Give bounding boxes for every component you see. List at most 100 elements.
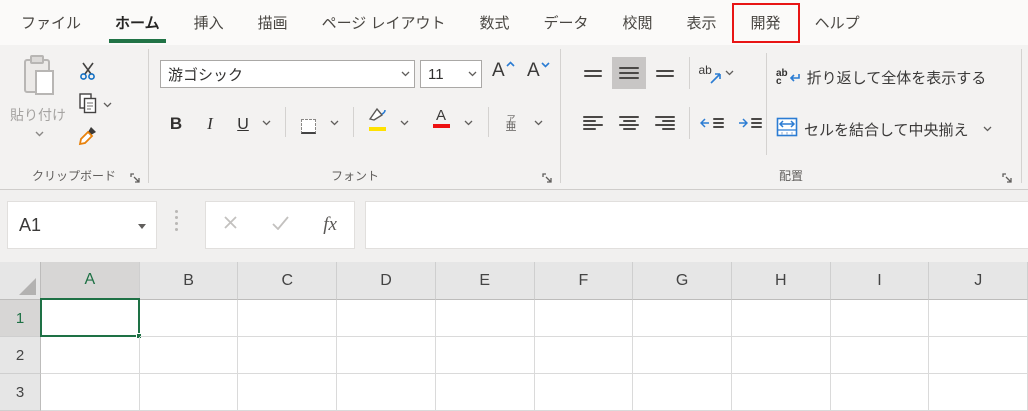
underline-button[interactable]: U — [232, 109, 254, 136]
orientation-icon: ab — [699, 63, 721, 83]
increase-font-size-button[interactable]: A — [492, 61, 515, 81]
copy-button[interactable] — [74, 91, 120, 119]
align-top-button[interactable] — [578, 59, 608, 87]
cell-F1[interactable] — [535, 300, 634, 337]
column-header-F[interactable]: F — [535, 262, 634, 300]
column-header-H[interactable]: H — [732, 262, 831, 300]
cell-C1[interactable] — [238, 300, 337, 337]
cut-button[interactable] — [74, 59, 120, 87]
tab-ホーム[interactable]: ホーム — [98, 0, 177, 45]
row-header-3[interactable]: 3 — [0, 374, 41, 411]
cell-J2[interactable] — [929, 337, 1028, 374]
grid-row-3: 3 — [0, 374, 1028, 411]
bold-button[interactable]: B — [164, 109, 188, 136]
cell-A2[interactable] — [41, 337, 140, 374]
column-header-I[interactable]: I — [831, 262, 930, 300]
column-header-D[interactable]: D — [337, 262, 436, 300]
cell-H1[interactable] — [732, 300, 831, 337]
row-header-1[interactable]: 1 — [0, 300, 41, 337]
cell-G2[interactable] — [633, 337, 732, 374]
tab-ページ レイアウト[interactable]: ページ レイアウト — [305, 0, 463, 45]
tab-開発[interactable]: 開発 — [734, 0, 798, 45]
cell-B1[interactable] — [140, 300, 239, 337]
tab-数式[interactable]: 数式 — [462, 0, 526, 45]
cell-B2[interactable] — [140, 337, 239, 374]
font-name-combo[interactable]: 游ゴシック — [160, 60, 415, 88]
column-header-A[interactable]: A — [41, 262, 140, 300]
paste-button[interactable]: 貼り付け — [8, 53, 68, 161]
tab-表示[interactable]: 表示 — [670, 0, 734, 45]
align-bottom-button[interactable] — [650, 59, 680, 87]
phonetic-chevron-icon[interactable] — [534, 120, 541, 127]
cell-A1[interactable] — [41, 300, 140, 337]
cell-G3[interactable] — [633, 374, 732, 411]
enter-button[interactable] — [272, 216, 289, 235]
column-header-E[interactable]: E — [436, 262, 535, 300]
insert-function-button[interactable]: fx — [323, 214, 337, 236]
formula-bar-resize-handle[interactable] — [175, 210, 178, 231]
column-header-C[interactable]: C — [238, 262, 337, 300]
underline-chevron-icon[interactable] — [262, 120, 269, 127]
cell-J3[interactable] — [929, 374, 1028, 411]
cell-C3[interactable] — [238, 374, 337, 411]
cell-I1[interactable] — [831, 300, 930, 337]
cell-J1[interactable] — [929, 300, 1028, 337]
cell-A3[interactable] — [41, 374, 140, 411]
italic-button[interactable]: I — [198, 109, 222, 136]
decrease-font-size-button[interactable]: A — [527, 61, 550, 81]
align-left-button[interactable] — [578, 109, 608, 137]
fill-color-chevron-icon[interactable] — [400, 120, 407, 127]
cell-D3[interactable] — [337, 374, 436, 411]
merge-center-button[interactable]: セルを結合して中央揃え — [776, 117, 990, 141]
cell-E2[interactable] — [436, 337, 535, 374]
borders-chevron-icon[interactable] — [330, 120, 337, 127]
tab-データ[interactable]: データ — [527, 0, 606, 45]
tab-挿入[interactable]: 挿入 — [177, 0, 241, 45]
cell-D1[interactable] — [337, 300, 436, 337]
align-right-button[interactable] — [650, 109, 680, 137]
tab-描画[interactable]: 描画 — [241, 0, 305, 45]
decrease-indent-button[interactable] — [696, 109, 728, 137]
align-middle-button[interactable] — [612, 57, 646, 89]
tab-ヘルプ[interactable]: ヘルプ — [798, 0, 877, 45]
wrap-text-label: 折り返して全体を表示する — [807, 67, 987, 88]
cell-F2[interactable] — [535, 337, 634, 374]
increase-indent-button[interactable] — [734, 109, 766, 137]
name-box[interactable]: A1 — [7, 201, 157, 249]
tab-label: 開発 — [751, 12, 781, 33]
font-size-combo[interactable]: 11 — [420, 60, 482, 88]
column-header-J[interactable]: J — [929, 262, 1028, 300]
cell-I3[interactable] — [831, 374, 930, 411]
cell-I2[interactable] — [831, 337, 930, 374]
row-header-2[interactable]: 2 — [0, 337, 41, 374]
column-header-B[interactable]: B — [140, 262, 239, 300]
tab-ファイル[interactable]: ファイル — [4, 0, 98, 45]
name-box-dropdown-icon[interactable] — [138, 224, 146, 229]
format-painter-button[interactable] — [74, 123, 120, 151]
clipboard-dialog-launcher[interactable] — [128, 171, 143, 186]
cell-H3[interactable] — [732, 374, 831, 411]
cell-C2[interactable] — [238, 337, 337, 374]
wrap-text-button[interactable]: ab c 折り返して全体を表示する — [776, 67, 986, 88]
cell-D2[interactable] — [337, 337, 436, 374]
font-color-chevron-icon[interactable] — [464, 120, 471, 127]
select-all-button[interactable] — [0, 262, 41, 300]
font-color-button[interactable]: A — [428, 106, 454, 133]
cancel-button[interactable] — [223, 215, 238, 235]
cell-B3[interactable] — [140, 374, 239, 411]
borders-button[interactable] — [296, 109, 320, 136]
cell-E3[interactable] — [436, 374, 535, 411]
font-dialog-launcher[interactable] — [540, 171, 555, 186]
fill-color-button[interactable] — [364, 106, 390, 133]
align-center-button[interactable] — [614, 109, 644, 137]
tab-校閲[interactable]: 校閲 — [606, 0, 670, 45]
cell-E1[interactable] — [436, 300, 535, 337]
cell-F3[interactable] — [535, 374, 634, 411]
cell-G1[interactable] — [633, 300, 732, 337]
phonetic-guide-button[interactable]: ア 亜 — [498, 106, 524, 133]
alignment-dialog-launcher[interactable] — [1000, 171, 1015, 186]
formula-input[interactable] — [365, 201, 1028, 249]
column-header-G[interactable]: G — [633, 262, 732, 300]
cell-H2[interactable] — [732, 337, 831, 374]
orientation-button[interactable]: ab — [696, 57, 734, 89]
